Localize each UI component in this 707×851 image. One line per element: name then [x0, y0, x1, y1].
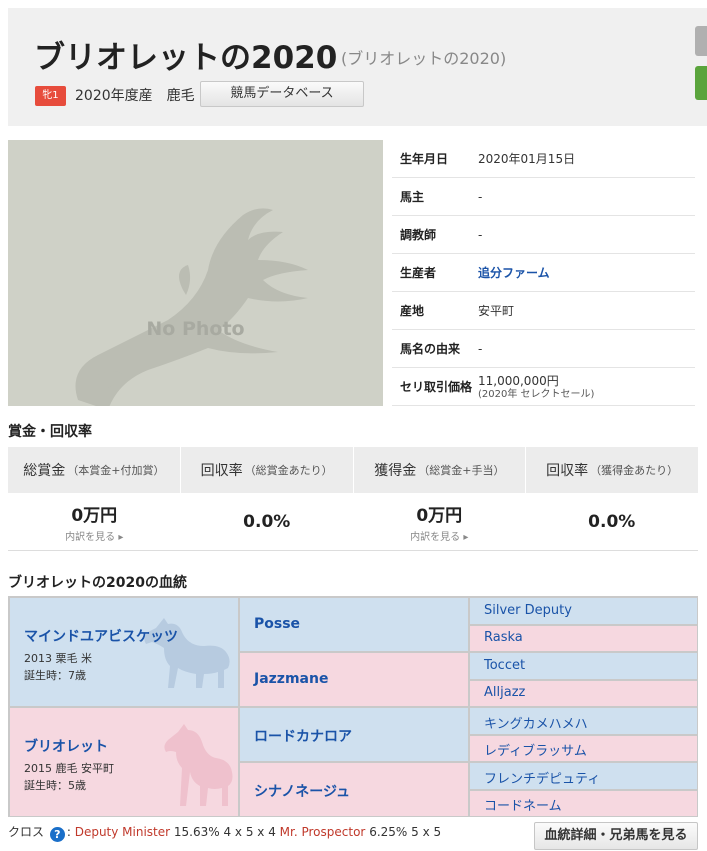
sire-age-at-birth: 誕生時：7歳: [24, 669, 86, 682]
info-key: 馬主: [400, 190, 425, 204]
prize-header: 回収率 （獲得金あたり）: [546, 463, 679, 479]
prize-value-row: 0万円 内訳を見る ▸ 0.0% 0万円 内訳を見る ▸ 0.0%: [8, 493, 698, 551]
gen3-name[interactable]: レディブラッサム: [484, 740, 587, 759]
info-value: 安平町: [478, 304, 515, 318]
info-value: 11,000,000円 (2020年 セレクトセール): [478, 372, 594, 401]
gen3-cell[interactable]: Alljazz: [469, 680, 698, 707]
info-value: -: [478, 189, 483, 204]
total-prize-value: 0万円: [71, 505, 118, 526]
gen3-name[interactable]: Silver Deputy: [484, 603, 572, 618]
auction-price: 11,000,000円: [478, 374, 559, 388]
gen2-cell[interactable]: Posse: [239, 597, 469, 652]
info-key: セリ取引価格: [400, 380, 473, 394]
gen2-cell[interactable]: シナノネージュ: [239, 762, 469, 817]
prize-section-title: 賞金・回収率: [8, 424, 92, 440]
cross-value: 6.25% 5 x 5: [369, 825, 442, 839]
horse-header: ブリオレットの2020 (ブリオレットの2020) 牝1 2020年度産 鹿毛 …: [8, 8, 707, 126]
database-button[interactable]: 競馬データベース: [200, 81, 364, 107]
prize-cell: 0.0%: [181, 493, 354, 550]
sire-name[interactable]: マインドユアビスケッツ: [24, 626, 178, 646]
help-icon[interactable]: ?: [49, 827, 65, 842]
prize-cell: 0万円 内訳を見る ▸: [8, 493, 181, 550]
prize-header-row: 総賞金 （本賞金+付加賞） 回収率 （総賞金あたり） 獲得金 （総賞金+手当） 回収率…: [8, 447, 698, 493]
gen3-cell[interactable]: フレンチデピュティ: [469, 762, 698, 790]
info-row-auction-price: セリ取引価格 11,000,000円 (2020年 セレクトセール): [392, 368, 695, 406]
info-key: 産地: [400, 304, 425, 318]
horse-silhouette-icon: [164, 724, 233, 806]
info-row-owner: 馬主 -: [392, 178, 695, 216]
sire-cell[interactable]: マインドユアビスケッツ 2013 栗毛 米 誕生時：7歳: [9, 597, 239, 707]
horse-sketch-icon: [75, 208, 308, 406]
gen2-name[interactable]: Jazzmane: [254, 671, 328, 687]
dam-name[interactable]: ブリオレット: [24, 736, 114, 756]
gen3-name[interactable]: コードネーム: [484, 795, 562, 814]
sire-details: 2013 栗毛 米: [24, 652, 92, 665]
prize-header: 総賞金 （本賞金+付加賞）: [8, 447, 181, 493]
earnings-recovery-value: 0.0%: [588, 511, 636, 532]
side-button-green[interactable]: [695, 66, 707, 100]
gen2-name[interactable]: Posse: [254, 616, 300, 632]
gen3-cell[interactable]: コードネーム: [469, 790, 698, 817]
dam-cell[interactable]: ブリオレット 2015 鹿毛 安平町 誕生時：5歳: [9, 707, 239, 817]
recovery-rate-value: 0.0%: [243, 511, 291, 532]
info-row-origin: 産地 安平町: [392, 292, 695, 330]
horse-photo-placeholder: No Photo: [8, 140, 383, 406]
auction-note: (2020年 セレクトセール): [478, 389, 595, 400]
gen3-cell[interactable]: レディブラッサム: [469, 735, 698, 762]
cross-value: 15.63% 4 x 5 x 4: [173, 825, 276, 839]
sex-age-badge: 牝1: [35, 86, 66, 106]
prize-table: 総賞金 （本賞金+付加賞） 回収率 （総賞金あたり） 獲得金 （総賞金+手当） 回収率…: [8, 447, 698, 551]
pedigree-section-title: ブリオレットの2020の血統: [8, 575, 187, 591]
inbreeding-cross: クロス ?: Deputy Minister 15.63% 4 x 5 x 4 …: [8, 825, 442, 842]
gen3-name[interactable]: フレンチデピュティ: [484, 768, 600, 787]
info-row-name-origin: 馬名の由来 -: [392, 330, 695, 368]
gen2-name[interactable]: シナノネージュ: [254, 781, 350, 801]
prize-cell: 0万円 内訳を見る ▸: [353, 493, 526, 550]
cross-horse-link[interactable]: Mr. Prospector: [280, 825, 366, 839]
pedigree-table: マインドユアビスケッツ 2013 栗毛 米 誕生時：7歳 ブリオレット 2015…: [8, 596, 698, 817]
side-button-gray[interactable]: [695, 26, 707, 56]
gen3-cell[interactable]: Toccet: [469, 652, 698, 680]
info-value: -: [478, 227, 483, 242]
prize-header: 獲得金 （総賞金+手当）: [354, 447, 527, 493]
gen3-name[interactable]: Raska: [484, 630, 523, 645]
pedigree-detail-button[interactable]: 血統詳細・兄弟馬を見る: [534, 822, 698, 850]
dam-details: 2015 鹿毛 安平町: [24, 762, 114, 775]
gen3-cell[interactable]: Silver Deputy: [469, 597, 698, 625]
info-row-birthdate: 生年月日 2020年01月15日: [392, 140, 695, 178]
breakdown-link[interactable]: 内訳を見る ▸: [410, 528, 468, 543]
breeder-link[interactable]: 追分ファーム: [478, 264, 550, 281]
earnings-value: 0万円: [416, 505, 463, 526]
gen3-name[interactable]: Alljazz: [484, 685, 525, 700]
info-key: 生年月日: [400, 152, 449, 166]
gen3-cell[interactable]: キングカメハメハ: [469, 707, 698, 735]
info-value: -: [478, 341, 483, 356]
info-key: 馬名の由来: [400, 342, 461, 356]
info-row-trainer: 調教師 -: [392, 216, 695, 254]
no-photo-label: No Photo: [146, 318, 245, 340]
info-value: 2020年01月15日: [478, 152, 576, 166]
dam-age-at-birth: 誕生時：5歳: [24, 779, 86, 792]
breakdown-link[interactable]: 内訳を見る ▸: [65, 528, 123, 543]
cross-label: クロス: [8, 825, 45, 839]
prize-cell: 0.0%: [526, 493, 699, 550]
gen2-cell[interactable]: Jazzmane: [239, 652, 469, 707]
gen2-name[interactable]: ロードカナロア: [254, 726, 352, 746]
horse-info-table: 生年月日 2020年01月15日 馬主 - 調教師 - 生産者 追分ファーム 産…: [392, 140, 695, 406]
info-key: 調教師: [400, 228, 437, 242]
birth-year-color: 2020年度産 鹿毛: [75, 88, 195, 104]
prize-header: 回収率 （総賞金あたり）: [181, 447, 354, 493]
info-key: 生産者: [400, 266, 437, 280]
gen2-cell[interactable]: ロードカナロア: [239, 707, 469, 762]
gen3-cell[interactable]: Raska: [469, 625, 698, 652]
page-subtitle: (ブリオレットの2020): [341, 49, 507, 68]
gen3-name[interactable]: Toccet: [484, 658, 525, 673]
info-row-breeder: 生産者 追分ファーム: [392, 254, 695, 292]
gen3-name[interactable]: キングカメハメハ: [484, 713, 588, 732]
cross-horse-link[interactable]: Deputy Minister: [75, 825, 170, 839]
page-title: ブリオレットの2020: [34, 40, 338, 76]
